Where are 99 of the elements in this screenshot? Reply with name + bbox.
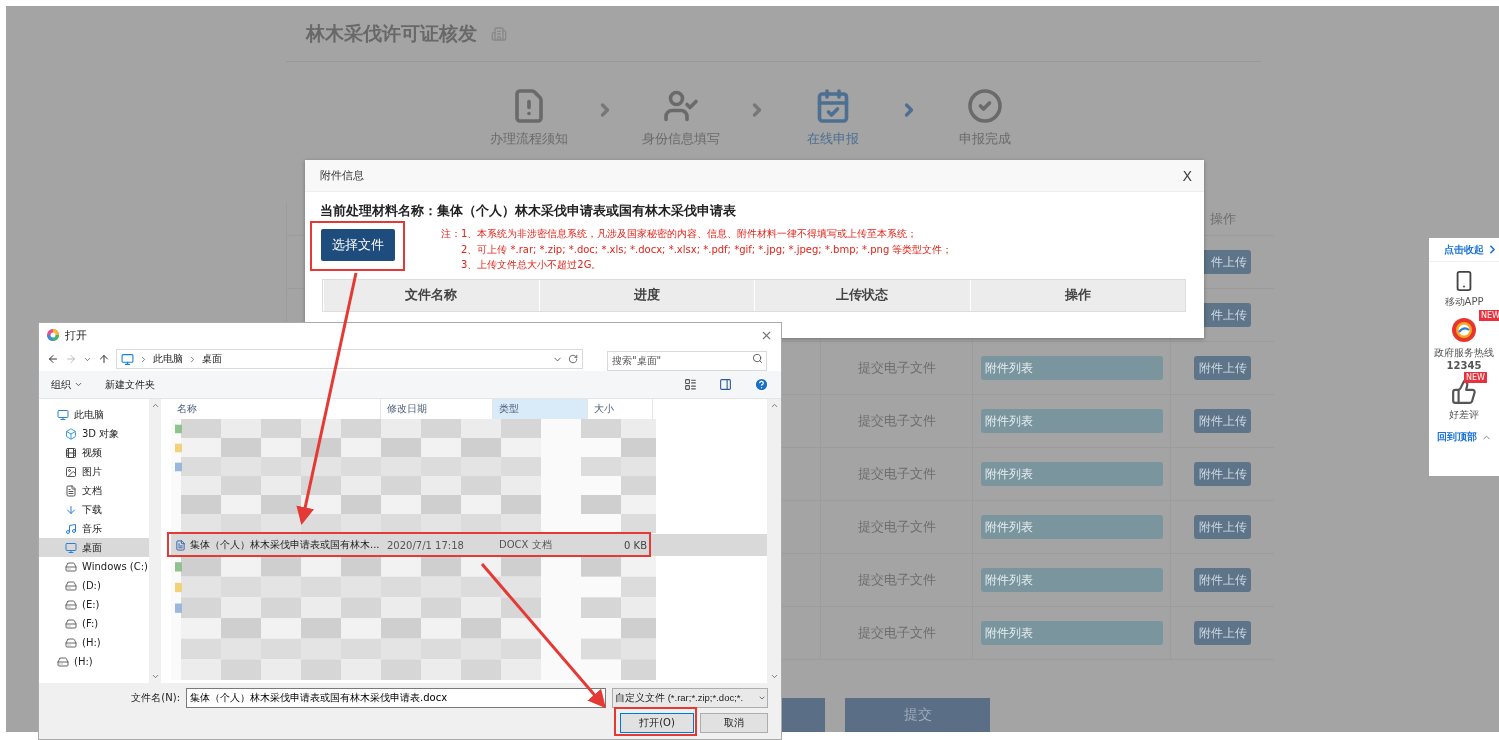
drive-icon bbox=[57, 655, 69, 668]
note-text: 3、上传文件总大小不超过2G。 bbox=[461, 258, 603, 272]
drive-icon bbox=[65, 560, 77, 573]
image-icon bbox=[65, 465, 77, 478]
column-header: 上传状态 bbox=[754, 279, 970, 311]
note-text: 1、本系统为非涉密信息系统，凡涉及国家秘密的内容、信息、附件材料一律不得填写或上传至本系统； bbox=[461, 227, 919, 241]
back-to-top-link[interactable]: 回到顶部 bbox=[1436, 430, 1492, 444]
tree-item[interactable]: (F:) bbox=[39, 614, 149, 633]
attachments-field[interactable]: 附件列表 bbox=[980, 621, 1163, 645]
new-folder-button[interactable]: 新建文件夹 bbox=[105, 377, 155, 392]
tree-item[interactable]: 3D 对象 bbox=[39, 424, 149, 443]
choose-file-button[interactable]: 选择文件 bbox=[321, 229, 395, 261]
app-logo-icon bbox=[47, 329, 59, 341]
upload-button[interactable]: 附件上传 bbox=[1194, 515, 1251, 539]
column-header[interactable]: 类型 bbox=[493, 399, 588, 419]
tree-item[interactable]: 文档 bbox=[39, 481, 149, 500]
scroll-up-icon bbox=[150, 401, 160, 410]
tree-item[interactable]: 音乐 bbox=[39, 519, 149, 538]
separator-icon bbox=[139, 354, 148, 364]
cube-icon bbox=[65, 427, 77, 440]
panel-label[interactable]: 好差评 bbox=[1449, 408, 1479, 422]
attachments-field[interactable]: 附件列表 bbox=[980, 409, 1163, 433]
attachments-field[interactable]: 附件列表 bbox=[980, 462, 1163, 486]
material-name: 当前处理材料名称：集体（个人）林木采伐申请表或国有林木采伐申请表 bbox=[320, 202, 737, 220]
upload-button[interactable]: 附件上传 bbox=[1194, 568, 1251, 592]
scroll-down-icon bbox=[150, 672, 160, 681]
music-icon bbox=[65, 522, 77, 535]
file-type-dropdown[interactable]: 自定义文件 (*.rar;*.zip;*.doc;*. bbox=[612, 688, 768, 708]
page-title: 林木采伐许可证核发 bbox=[306, 20, 477, 46]
scrollbar[interactable] bbox=[767, 399, 781, 683]
tree-item[interactable]: 此电脑 bbox=[39, 405, 149, 424]
upload-button[interactable]: 附件上传 bbox=[1194, 621, 1251, 645]
column-header: 进度 bbox=[538, 279, 754, 311]
preview-pane-icon[interactable] bbox=[719, 378, 732, 391]
panel-label[interactable]: 移动APP bbox=[1444, 295, 1484, 309]
breadcrumb[interactable]: 此电脑 bbox=[153, 352, 183, 366]
column-header: 操作 bbox=[969, 279, 1185, 311]
download-icon bbox=[65, 503, 77, 516]
computer-icon bbox=[121, 352, 134, 366]
tree-item[interactable]: 下载 bbox=[39, 500, 149, 519]
search-icon bbox=[752, 353, 763, 364]
refresh-icon[interactable] bbox=[568, 354, 578, 364]
attachments-field[interactable]: 附件列表 bbox=[980, 515, 1163, 539]
tree-item[interactable]: (D:) bbox=[39, 576, 149, 595]
new-badge: NEW bbox=[1479, 310, 1499, 321]
drive-icon bbox=[65, 636, 77, 649]
hotline-number: 12345 bbox=[1446, 360, 1482, 371]
drive-icon bbox=[65, 598, 77, 611]
help-icon[interactable] bbox=[754, 377, 769, 392]
computer-icon bbox=[57, 408, 69, 421]
tree-item[interactable]: Windows (C:) bbox=[39, 557, 149, 576]
open-button[interactable]: 打开(O) bbox=[620, 713, 694, 733]
upload-button[interactable]: 附件上传 bbox=[1194, 462, 1251, 486]
attachments-field[interactable]: 附件列表 bbox=[980, 568, 1163, 592]
tree-item[interactable]: (H:) bbox=[39, 633, 149, 652]
cancel-button[interactable]: 取消 bbox=[700, 713, 768, 733]
caret-icon bbox=[74, 380, 83, 389]
column-header: 文件名称 bbox=[323, 279, 539, 311]
breadcrumb[interactable]: 桌面 bbox=[202, 352, 222, 366]
up-icon[interactable] bbox=[98, 353, 110, 365]
upload-button[interactable]: 附件上传 bbox=[1194, 356, 1251, 380]
panel-label[interactable]: 政府服务热线 bbox=[1434, 346, 1494, 360]
document-icon bbox=[65, 484, 77, 497]
scroll-down-icon bbox=[769, 672, 779, 681]
scrollbar[interactable] bbox=[149, 399, 161, 683]
address-bar[interactable]: 此电脑 桌面 bbox=[116, 349, 583, 369]
dialog-title: 附件信息 bbox=[320, 168, 364, 183]
hotline-logo-icon[interactable] bbox=[1451, 317, 1477, 343]
desktop-icon bbox=[65, 541, 77, 554]
film-icon bbox=[65, 446, 77, 459]
upload-button[interactable]: 附件上传 bbox=[1194, 409, 1251, 433]
attachments-field[interactable]: 附件列表 bbox=[980, 356, 1163, 380]
tree-item[interactable]: (H:) bbox=[39, 652, 149, 671]
tree-item[interactable]: 图片 bbox=[39, 462, 149, 481]
view-icon[interactable] bbox=[684, 378, 697, 391]
back-icon[interactable] bbox=[47, 353, 59, 365]
tree-item[interactable]: 桌面 bbox=[39, 538, 149, 557]
filename-label: 文件名(N): bbox=[131, 691, 180, 705]
new-badge: NEW bbox=[1464, 372, 1487, 383]
thumbs-up-icon[interactable] bbox=[1451, 379, 1477, 405]
step-label: 在线申报 bbox=[806, 130, 859, 148]
note-text: 2、可上传 *.rar; *.zip; *.doc; *.xls; *.docx; *.xlsx; *.pdf; *gif; *.jpg; *.jpeg; *.bmp; *.png 等类型文件； bbox=[461, 242, 953, 257]
drive-icon bbox=[65, 617, 77, 630]
dropdown-icon bbox=[758, 694, 766, 702]
separator-icon bbox=[188, 354, 197, 364]
tree-item[interactable]: (E:) bbox=[39, 595, 149, 614]
tree-item[interactable]: 视频 bbox=[39, 443, 149, 462]
document-icon bbox=[175, 539, 186, 551]
search-field[interactable]: 搜索"桌面" bbox=[607, 350, 767, 371]
building-icon bbox=[491, 25, 507, 42]
filename-field[interactable]: 集体（个人）林木采伐申请表或国有林木采伐申请表.docx bbox=[186, 688, 606, 708]
dialog-title: 打开 bbox=[65, 327, 88, 343]
drive-icon bbox=[65, 579, 77, 592]
file-row[interactable]: 集体（个人）林木采伐申请表或国有林木... 2020/7/1 17:18 DOCX 文档 0 KB bbox=[171, 534, 767, 556]
scroll-up-icon bbox=[769, 401, 779, 410]
close-button[interactable]: X bbox=[1182, 167, 1192, 184]
organize-menu[interactable]: 组织 bbox=[51, 377, 83, 392]
note-label: 注： bbox=[441, 227, 461, 241]
collapse-link[interactable]: 点击收起 bbox=[1444, 242, 1484, 257]
